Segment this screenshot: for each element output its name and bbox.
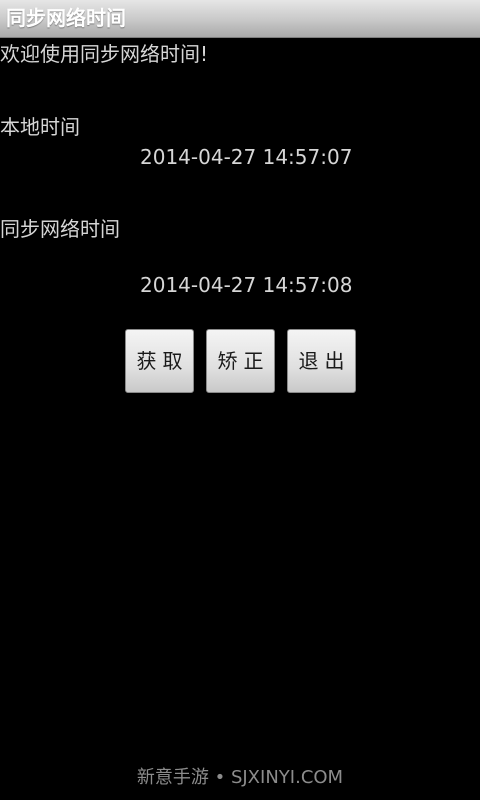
local-time-label: 本地时间 — [0, 115, 80, 139]
local-time-value: 2014-04-27 14:57:07 — [140, 145, 353, 169]
exit-button[interactable]: 退出 — [287, 329, 356, 393]
app-title: 同步网络时间 — [6, 6, 126, 30]
correct-time-button[interactable]: 矫正 — [206, 329, 275, 393]
sync-time-value: 2014-04-27 14:57:08 — [140, 273, 353, 297]
title-bar: 同步网络时间 — [0, 0, 480, 38]
get-time-button[interactable]: 获取 — [125, 329, 194, 393]
watermark: 新意手游 • SJXINYI.COM — [136, 767, 344, 788]
sync-time-label: 同步网络时间 — [0, 217, 120, 241]
welcome-text: 欢迎使用同步网络时间! — [0, 42, 209, 66]
